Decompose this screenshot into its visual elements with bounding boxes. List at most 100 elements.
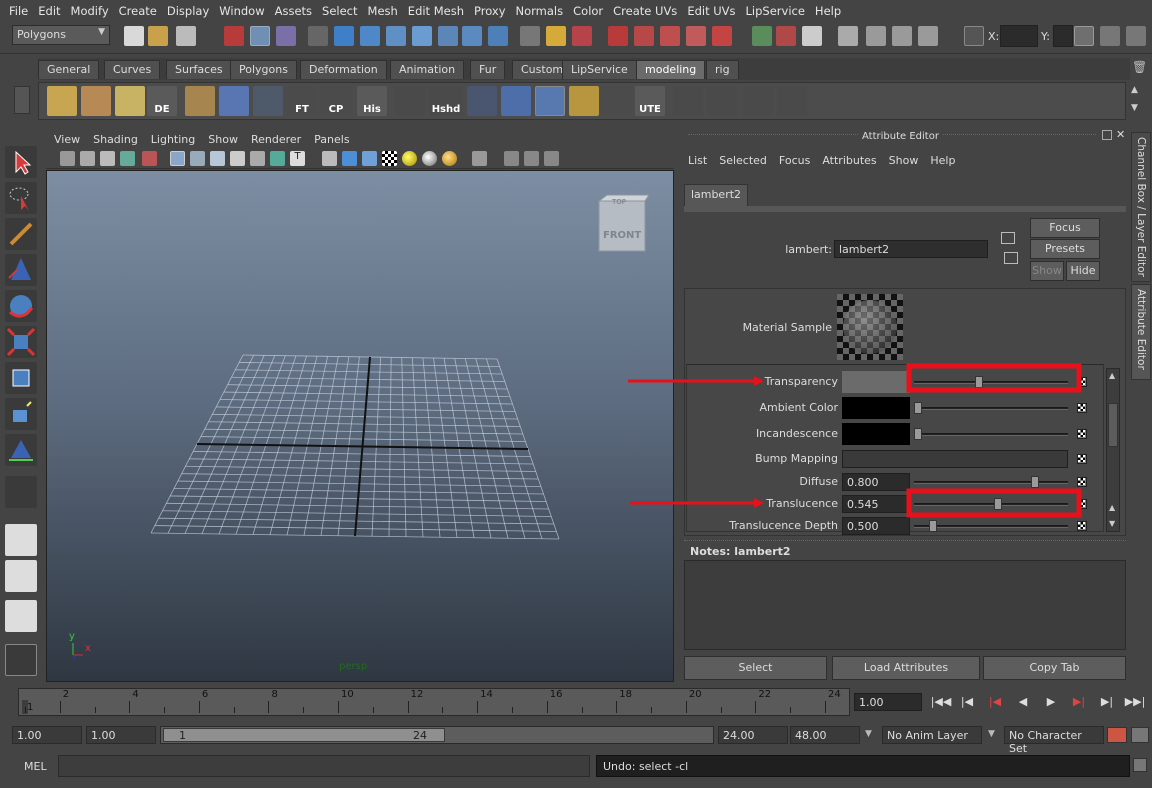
panel-menu-lighting[interactable]: Lighting (143, 133, 200, 146)
smooth-shade-icon[interactable] (190, 151, 205, 166)
shelf-tab-fur[interactable]: Fur (470, 60, 506, 79)
shelf-scroll-down-icon[interactable]: ▼ (1131, 103, 1138, 113)
open-scene-icon[interactable] (148, 26, 168, 46)
select-object-icon[interactable] (250, 26, 270, 46)
incandescence-swatch[interactable] (842, 423, 910, 445)
menu-assets[interactable]: Assets (270, 4, 317, 18)
menu-window[interactable]: Window (214, 4, 269, 18)
character-set-field[interactable]: No Character Set (1004, 726, 1104, 755)
panel-menu-renderer[interactable]: Renderer (243, 133, 306, 146)
time-slider[interactable]: 1 2 4 6 8 10 12 14 16 18 20 22 24 (18, 688, 850, 716)
translucence-depth-slider-handle[interactable] (928, 520, 937, 532)
input-ops-icon[interactable] (572, 26, 592, 46)
play-forward-icon[interactable]: ▶ (1040, 695, 1062, 713)
shelf-tab-lipservice[interactable]: LipService (562, 60, 637, 79)
shelf-tab-curves[interactable]: Curves (104, 60, 161, 79)
translucence-field[interactable]: 0.545 (842, 495, 910, 513)
share-icon[interactable] (544, 151, 559, 166)
shelf-tool-cone-icon[interactable] (219, 86, 249, 116)
magnet-live-icon[interactable] (712, 26, 732, 46)
checker-icon[interactable] (382, 151, 397, 166)
shelf-tool-cone2-icon[interactable] (501, 86, 531, 116)
quick-layout-icon[interactable] (5, 644, 37, 676)
notes-divider[interactable] (684, 540, 1126, 541)
diffuse-slider-handle[interactable] (1030, 476, 1039, 488)
menu-edit[interactable]: Edit (33, 4, 65, 18)
render-view-icon[interactable] (752, 26, 772, 46)
shelf-tool-sculpt-icon[interactable] (185, 86, 215, 116)
perspective-viewport[interactable]: TOP FRONT y x persp (46, 170, 674, 682)
rotate-tool-icon[interactable] (5, 290, 37, 322)
load-attributes-button[interactable]: Load Attributes (832, 656, 980, 680)
ambient-color-swatch[interactable] (842, 397, 910, 419)
translucence-depth-field[interactable]: 0.500 (842, 517, 910, 535)
anim-prefs-icon[interactable] (1131, 727, 1149, 743)
menu-help[interactable]: Help (810, 4, 846, 18)
menu-select[interactable]: Select (317, 4, 362, 18)
shelf-tab-surfaces[interactable]: Surfaces (166, 60, 232, 79)
shelf-tab-rig[interactable]: rig (706, 60, 739, 79)
translucence-slider-handle[interactable] (993, 498, 1002, 510)
anim-layer-dropdown-icon[interactable]: ▼ (865, 729, 872, 739)
xray-joints-icon[interactable] (362, 151, 377, 166)
menu-edit-uvs[interactable]: Edit UVs (682, 4, 740, 18)
image-plane-icon[interactable] (120, 151, 135, 166)
menu-create-uvs[interactable]: Create UVs (608, 4, 682, 18)
tool-settings-icon[interactable] (1100, 26, 1120, 46)
diffuse-field[interactable]: 0.800 (842, 473, 910, 491)
menu-color[interactable]: Color (568, 4, 608, 18)
camera-attr-icon[interactable] (80, 151, 95, 166)
attribute-editor-side-tab[interactable]: Attribute Editor (1131, 284, 1151, 380)
shelf-tool-curve-icon[interactable] (253, 86, 283, 116)
xray-icon[interactable] (342, 151, 357, 166)
magnet-icon[interactable] (608, 26, 628, 46)
incandescence-slider-handle[interactable] (914, 428, 922, 440)
shelf-tool-wave-icon[interactable] (467, 86, 497, 116)
scroll-down-icon[interactable]: ▲ (1109, 503, 1115, 512)
shelf-tab-modeling[interactable]: modeling (636, 60, 706, 79)
scroll-thumb[interactable] (1108, 403, 1118, 447)
menu-display[interactable]: Display (162, 4, 214, 18)
attr-scrollbar[interactable]: ▲ ▲ ▼ (1106, 368, 1120, 532)
panel-menu-shading[interactable]: Shading (85, 133, 143, 146)
move-tool-icon[interactable] (5, 254, 37, 286)
shelf-tool-de-icon[interactable]: DE (147, 86, 177, 116)
diffuse-map-button[interactable] (1077, 477, 1087, 487)
end-time-field[interactable]: 48.00 (790, 726, 860, 744)
select-component-icon[interactable] (276, 26, 296, 46)
snap-view-plane-icon[interactable] (412, 26, 432, 46)
current-time-marker[interactable] (22, 700, 28, 714)
start-time-field[interactable]: 1.00 (12, 726, 82, 744)
lock-icon[interactable] (546, 26, 566, 46)
shelf-handle[interactable] (14, 86, 30, 114)
range-slider[interactable]: 1 24 (160, 726, 714, 744)
attribute-editor-toggle-icon[interactable] (1074, 26, 1094, 46)
shelf-tool-grid-icon[interactable] (115, 86, 145, 116)
shelf-tool-hshd-icon[interactable]: Hshd (429, 86, 463, 116)
bump-mapping-field[interactable] (842, 450, 1068, 468)
shelf-tool-grid2-icon[interactable] (569, 86, 599, 116)
menu-modify[interactable]: Modify (66, 4, 114, 18)
step-back-key-icon[interactable]: |◀ (956, 695, 978, 713)
shelf-tab-deformation[interactable]: Deformation (300, 60, 387, 79)
panel-menu-view[interactable]: View (46, 133, 85, 146)
menu-normals[interactable]: Normals (511, 4, 569, 18)
render-frame-icon[interactable] (776, 26, 796, 46)
render-settings-icon[interactable] (838, 26, 858, 46)
transparency-slider-handle[interactable] (975, 376, 984, 388)
frame-all-icon[interactable] (504, 151, 519, 166)
shelf-tool-feather2-icon[interactable] (707, 86, 737, 116)
single-perspective-layout-icon[interactable] (5, 524, 37, 556)
lights-icon[interactable] (250, 151, 265, 166)
sculpt-alt-icon[interactable] (918, 26, 938, 46)
translucence-depth-map-button[interactable] (1077, 521, 1087, 531)
transparency-map-button[interactable] (1077, 377, 1087, 387)
shelf-tool-globe-icon[interactable] (601, 86, 631, 116)
select-button[interactable]: Select (684, 656, 827, 680)
anim-layer-field[interactable]: No Anim Layer (882, 726, 982, 744)
panel-menu-panels[interactable]: Panels (306, 133, 354, 146)
menu-create[interactable]: Create (114, 4, 162, 18)
script-editor-icon[interactable] (1133, 758, 1147, 772)
character-set-dropdown-icon[interactable]: ▼ (988, 729, 995, 739)
motion-blur-icon[interactable] (422, 151, 437, 166)
